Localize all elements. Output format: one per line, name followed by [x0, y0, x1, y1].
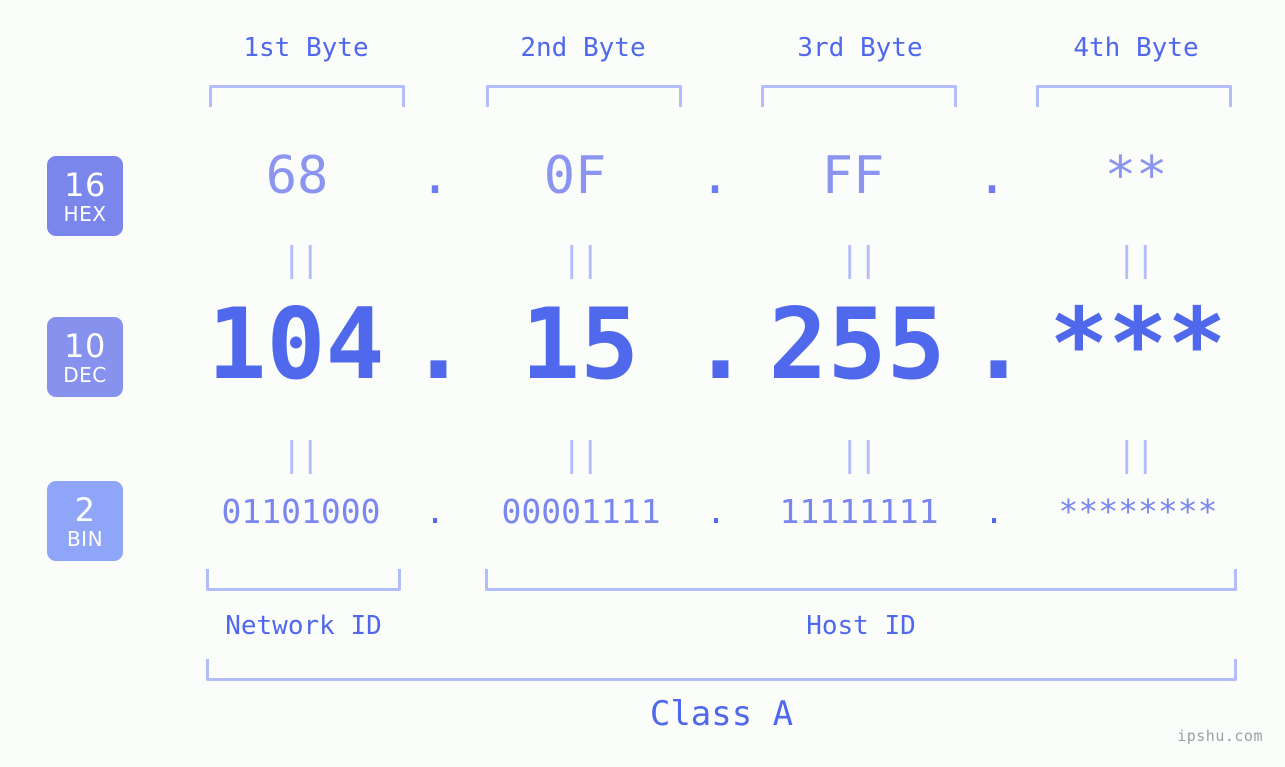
equals-mark-hexdec-3: ||: [839, 240, 879, 280]
byte-bracket-4: [1036, 85, 1232, 107]
byte-header-3: 3rd Byte: [797, 33, 923, 63]
byte-bracket-2: [486, 85, 682, 107]
equals-mark-hexdec-2: ||: [561, 240, 601, 280]
class-label: Class A: [649, 694, 794, 734]
network-id-label: Network ID: [225, 611, 382, 641]
dec-separator-2: .: [691, 288, 751, 402]
equals-mark-decbin-1: ||: [281, 435, 321, 475]
hex-separator-1: .: [419, 146, 451, 206]
dec-byte-4: ***: [1049, 288, 1227, 402]
host-id-label: Host ID: [806, 611, 916, 641]
bin-byte-4: ********: [1058, 492, 1218, 531]
hex-separator-3: .: [976, 146, 1008, 206]
ip-address-breakdown-diagram: 1st Byte 2nd Byte 3rd Byte 4th Byte 16 H…: [0, 0, 1285, 767]
equals-mark-hexdec-4: ||: [1116, 240, 1156, 280]
equals-mark-decbin-4: ||: [1116, 435, 1156, 475]
byte-bracket-1: [209, 85, 405, 107]
hex-byte-2: 0F: [543, 146, 607, 206]
base-badge-bin-abbr: BIN: [66, 526, 104, 551]
byte-header-4: 4th Byte: [1073, 33, 1199, 63]
base-badge-hex-abbr: HEX: [63, 201, 107, 226]
base-badge-dec-abbr: DEC: [63, 362, 107, 387]
bin-byte-2: 00001111: [501, 492, 661, 531]
bin-byte-1: 01101000: [221, 492, 381, 531]
equals-mark-decbin-2: ||: [561, 435, 601, 475]
class-bracket: [206, 659, 1237, 681]
base-badge-bin: 2 BIN: [47, 481, 123, 561]
dec-byte-2: 15: [520, 288, 639, 402]
hex-byte-1: 68: [265, 146, 329, 206]
host-id-bracket: [485, 569, 1237, 591]
bin-separator-3: .: [984, 492, 1004, 531]
base-badge-hex: 16 HEX: [47, 156, 123, 236]
equals-mark-hexdec-1: ||: [281, 240, 321, 280]
hex-separator-2: .: [699, 146, 731, 206]
bin-separator-1: .: [425, 492, 445, 531]
bin-byte-3: 11111111: [779, 492, 939, 531]
dec-separator-1: .: [409, 288, 469, 402]
dec-byte-3: 255: [768, 288, 946, 402]
equals-mark-decbin-3: ||: [839, 435, 879, 475]
bin-separator-2: .: [706, 492, 726, 531]
network-id-bracket: [206, 569, 401, 591]
byte-header-1: 1st Byte: [243, 33, 369, 63]
base-badge-hex-number: 16: [64, 165, 106, 204]
byte-bracket-3: [761, 85, 957, 107]
hex-byte-4: **: [1104, 146, 1168, 206]
base-badge-dec-number: 10: [64, 326, 106, 365]
base-badge-bin-number: 2: [74, 490, 96, 529]
site-watermark: ipshu.com: [1177, 727, 1263, 745]
base-badge-dec: 10 DEC: [47, 317, 123, 397]
byte-header-2: 2nd Byte: [520, 33, 646, 63]
hex-byte-3: FF: [821, 146, 885, 206]
dec-separator-3: .: [969, 288, 1029, 402]
dec-byte-1: 104: [207, 288, 385, 402]
